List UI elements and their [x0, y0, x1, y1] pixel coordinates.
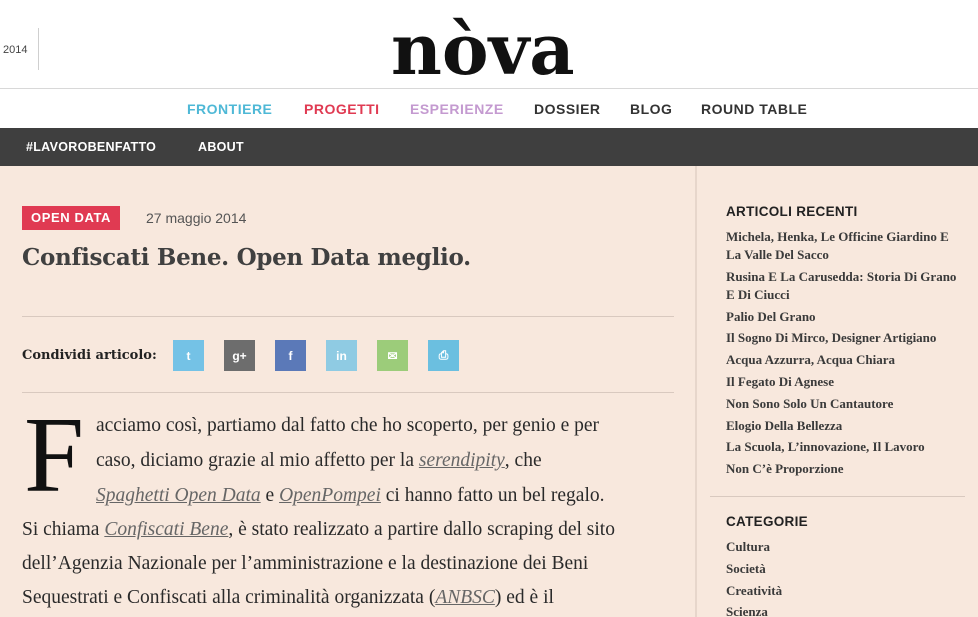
category-link[interactable]: Creatività	[726, 582, 966, 600]
recent-article-link[interactable]: La Scuola, L’innovazione, Il Lavoro	[726, 438, 966, 456]
category-tag[interactable]: OPEN DATA	[22, 206, 121, 230]
nav-blog[interactable]: BLOG	[630, 101, 672, 117]
divider	[38, 28, 39, 70]
link-openpompei[interactable]: OpenPompei	[279, 485, 381, 506]
category-link[interactable]: Scienza	[726, 603, 966, 617]
divider	[710, 496, 965, 497]
google-plus-share-icon[interactable]: g+	[224, 340, 255, 371]
print-share-icon[interactable]: ⎙	[428, 340, 459, 371]
body-line: Sequestrati e Confiscati alla criminalit…	[22, 587, 554, 608]
nav-esperienze[interactable]: ESPERIENZE	[410, 101, 504, 117]
recent-article-link[interactable]: Non Sono Solo Un Cantautore	[726, 395, 966, 413]
subnav-lavorobenfatto[interactable]: #LAVOROBENFATTO	[26, 140, 156, 154]
link-anbsc[interactable]: ANBSC	[435, 587, 495, 608]
nova-logo[interactable]: nòva	[391, 4, 591, 84]
share-label: Condividi articolo:	[22, 348, 157, 363]
recent-articles-list: Michela, Henka, Le Officine Giardino E L…	[726, 228, 966, 482]
nav-progetti[interactable]: PROGETTI	[304, 101, 380, 117]
body-line: Spaghetti Open Data e OpenPompei ci hann…	[96, 485, 605, 506]
email-share-icon[interactable]: ✉	[377, 340, 408, 371]
categories-heading: CATEGORIE	[726, 514, 808, 529]
category-link[interactable]: Cultura	[726, 538, 966, 556]
divider	[22, 392, 674, 393]
recent-article-link[interactable]: Il Sogno Di Mirco, Designer Artigiano	[726, 329, 966, 347]
link-confiscati-bene[interactable]: Confiscati Bene	[104, 519, 228, 540]
recent-article-link[interactable]: Elogio Della Bellezza	[726, 417, 966, 435]
drop-cap: F	[24, 396, 85, 515]
twitter-share-icon[interactable]: t	[173, 340, 204, 371]
nav-dossier[interactable]: DOSSIER	[534, 101, 601, 117]
recent-article-link[interactable]: Acqua Azzurra, Acqua Chiara	[726, 351, 966, 369]
main-nav: FRONTIERE PROGETTI ESPERIENZE DOSSIER BL…	[0, 90, 978, 128]
category-link[interactable]: Società	[726, 560, 966, 578]
subnav-about[interactable]: ABOUT	[198, 140, 244, 154]
link-serendipity[interactable]: serendipity	[419, 450, 505, 471]
facebook-share-icon[interactable]: f	[275, 340, 306, 371]
article-date: 27 maggio 2014	[146, 210, 247, 226]
sub-nav: #LAVOROBENFATTO ABOUT	[0, 128, 978, 166]
recent-articles-heading: ARTICOLI RECENTI	[726, 204, 858, 219]
divider	[22, 316, 674, 317]
nav-frontiere[interactable]: FRONTIERE	[187, 101, 272, 117]
site-header: 2014 nòva	[0, 0, 978, 89]
linkedin-share-icon[interactable]: in	[326, 340, 357, 371]
body-line: caso, diciamo grazie al mio affetto per …	[96, 450, 542, 471]
categories-list: Cultura Società Creatività Scienza	[726, 538, 966, 617]
body-line: dell’Agenzia Nazionale per l’amministraz…	[22, 553, 589, 574]
recent-article-link[interactable]: Non C’è Proporzione	[726, 460, 966, 478]
recent-article-link[interactable]: Michela, Henka, Le Officine Giardino E L…	[726, 228, 966, 264]
content-area: OPEN DATA 27 maggio 2014 Confiscati Bene…	[0, 166, 978, 617]
nav-round-table[interactable]: ROUND TABLE	[701, 101, 807, 117]
article-title: Confiscati Bene. Open Data meglio.	[22, 244, 471, 271]
edition-year[interactable]: 2014	[3, 44, 27, 56]
recent-article-link[interactable]: Rusina E La Carusedda: Storia Di Grano E…	[726, 268, 966, 304]
body-line: Si chiama Confiscati Bene, è stato reali…	[22, 519, 615, 540]
logo-text: nòva	[391, 8, 575, 84]
recent-article-link[interactable]: Palio Del Grano	[726, 308, 966, 326]
column-divider	[695, 166, 697, 617]
link-spaghetti-open-data[interactable]: Spaghetti Open Data	[96, 485, 261, 506]
body-line: acciamo così, partiamo dal fatto che ho …	[96, 415, 600, 436]
recent-article-link[interactable]: Il Fegato Di Agnese	[726, 373, 966, 391]
